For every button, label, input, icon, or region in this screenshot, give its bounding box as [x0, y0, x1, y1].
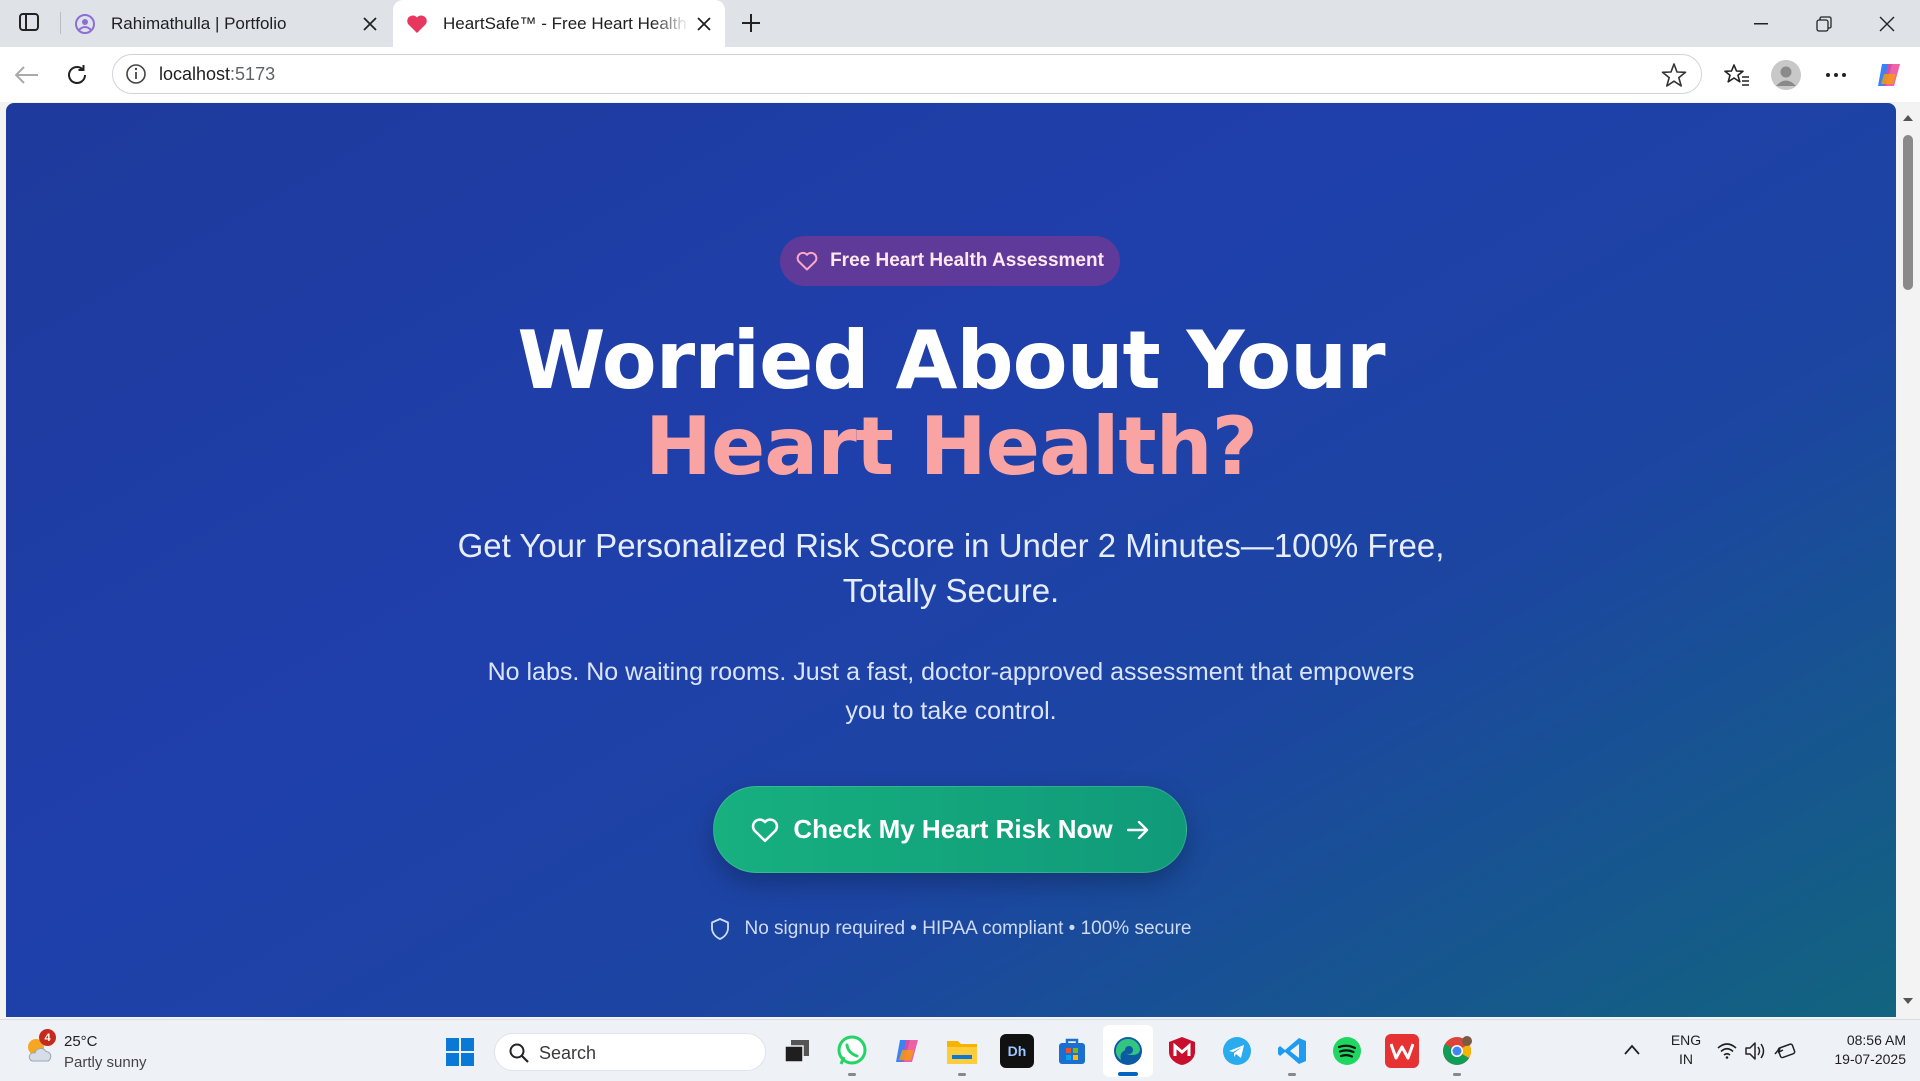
heart-outline-icon — [796, 251, 818, 271]
input-language[interactable]: ENG IN — [1666, 1031, 1706, 1069]
taskbar-search-box[interactable]: Search — [494, 1033, 766, 1071]
tab-title: HeartSafe™ - Free Heart Health Risk — [443, 13, 689, 33]
chrome-icon[interactable] — [1440, 1034, 1474, 1076]
favorite-star-icon[interactable] — [1661, 62, 1687, 88]
badge-label: Free Heart Health Assessment — [830, 250, 1104, 271]
close-tab-icon[interactable] — [689, 9, 719, 39]
trust-text: No signup required • HIPAA compliant • 1… — [744, 918, 1192, 939]
tab-portfolio[interactable]: Rahimathulla | Portfolio — [61, 0, 391, 47]
sidebar-toggle-icon[interactable] — [14, 9, 44, 35]
description: No labs. No waiting rooms. Just a fast, … — [487, 658, 1415, 725]
close-tab-icon[interactable] — [355, 9, 385, 39]
headline-line-1: Worried About Your — [517, 314, 1385, 407]
headline-line-2: Heart Health? — [645, 400, 1258, 493]
task-view-icon[interactable] — [780, 1034, 814, 1068]
search-icon — [509, 1043, 529, 1063]
subheadline: Get Your Personalized Risk Score in Unde… — [457, 527, 1445, 609]
windows-start-icon[interactable] — [445, 1037, 475, 1067]
edge-running-indicator — [1118, 1072, 1138, 1076]
favorites-list-icon[interactable] — [1718, 57, 1756, 93]
site-info-icon[interactable] — [125, 63, 147, 85]
copilot-app-icon[interactable] — [890, 1034, 924, 1068]
weather-condition: Partly sunny — [64, 1054, 147, 1071]
back-arrow-icon[interactable] — [8, 57, 46, 93]
url-text: localhost:5173 — [159, 64, 276, 84]
weather-alert-badge: 4 — [39, 1029, 56, 1046]
file-explorer-icon[interactable] — [945, 1034, 979, 1076]
search-placeholder: Search — [539, 1043, 597, 1063]
scrollbar-thumb[interactable] — [1903, 135, 1913, 290]
dh-app-icon[interactable]: Dh — [1000, 1034, 1034, 1068]
tab-title: Rahimathulla | Portfolio — [111, 13, 287, 33]
minimize-icon[interactable] — [1730, 0, 1792, 47]
mcafee-icon[interactable] — [1165, 1034, 1199, 1068]
weather-temp: 25°C — [64, 1033, 98, 1050]
check-heart-risk-button[interactable]: Check My Heart Risk Now — [713, 786, 1187, 873]
page-title: Worried About Your Heart Health? — [6, 318, 1896, 490]
browser-toolbar: localhost:5173 — [0, 47, 1920, 102]
running-indicator — [958, 1073, 966, 1076]
spotify-icon[interactable] — [1330, 1034, 1364, 1068]
clock-date: 19-07-2025 — [1834, 1051, 1906, 1067]
close-window-icon[interactable] — [1856, 0, 1918, 47]
portfolio-favicon-icon — [73, 12, 97, 36]
more-menu-icon[interactable] — [1817, 57, 1855, 93]
copilot-icon[interactable] — [1870, 57, 1908, 93]
scroll-up-icon[interactable] — [1902, 113, 1914, 122]
taskbar: 4 25°C Partly sunny Search Dh ENG IN 08:… — [0, 1019, 1920, 1081]
wps-office-icon[interactable] — [1385, 1034, 1419, 1068]
page-scrollbar[interactable] — [1896, 103, 1920, 1017]
tab-heartsafe[interactable]: HeartSafe™ - Free Heart Health Risk — [393, 0, 725, 47]
new-tab-icon[interactable] — [735, 8, 767, 38]
trust-line: No signup required • HIPAA compliant • 1… — [6, 918, 1896, 940]
browser-tab-strip: Rahimathulla | Portfolio HeartSafe™ - Fr… — [0, 0, 1920, 47]
running-indicator — [848, 1073, 856, 1076]
edge-icon[interactable] — [1111, 1034, 1145, 1068]
shield-icon — [711, 918, 730, 940]
profile-avatar-icon[interactable] — [1767, 57, 1805, 93]
refresh-icon[interactable] — [58, 57, 96, 93]
clock-time: 08:56 AM — [1846, 1032, 1906, 1048]
chevron-up-icon[interactable] — [1624, 1044, 1640, 1056]
assessment-badge: Free Heart Health Assessment — [780, 236, 1120, 286]
system-clock[interactable]: 08:56 AM 19-07-2025 — [1810, 1031, 1906, 1069]
scroll-down-icon[interactable] — [1902, 997, 1914, 1006]
page-hero: Free Heart Health Assessment Worried Abo… — [6, 103, 1896, 1017]
heart-outline-icon — [751, 817, 779, 843]
whatsapp-icon[interactable] — [835, 1034, 869, 1076]
microsoft-store-icon[interactable] — [1055, 1034, 1089, 1068]
battery-charging-icon[interactable] — [1774, 1042, 1796, 1060]
address-bar[interactable]: localhost:5173 — [112, 54, 1702, 94]
arrow-right-icon — [1126, 820, 1149, 839]
telegram-icon[interactable] — [1220, 1034, 1254, 1068]
volume-icon[interactable] — [1745, 1042, 1767, 1060]
running-indicator — [1453, 1073, 1461, 1076]
heart-favicon-icon — [405, 12, 429, 36]
wifi-icon[interactable] — [1717, 1043, 1737, 1059]
running-indicator — [1288, 1073, 1296, 1076]
cta-label: Check My Heart Risk Now — [793, 814, 1113, 844]
restore-icon[interactable] — [1793, 0, 1855, 47]
weather-widget[interactable]: 4 25°C Partly sunny — [24, 1028, 174, 1074]
vscode-icon[interactable] — [1275, 1034, 1309, 1076]
